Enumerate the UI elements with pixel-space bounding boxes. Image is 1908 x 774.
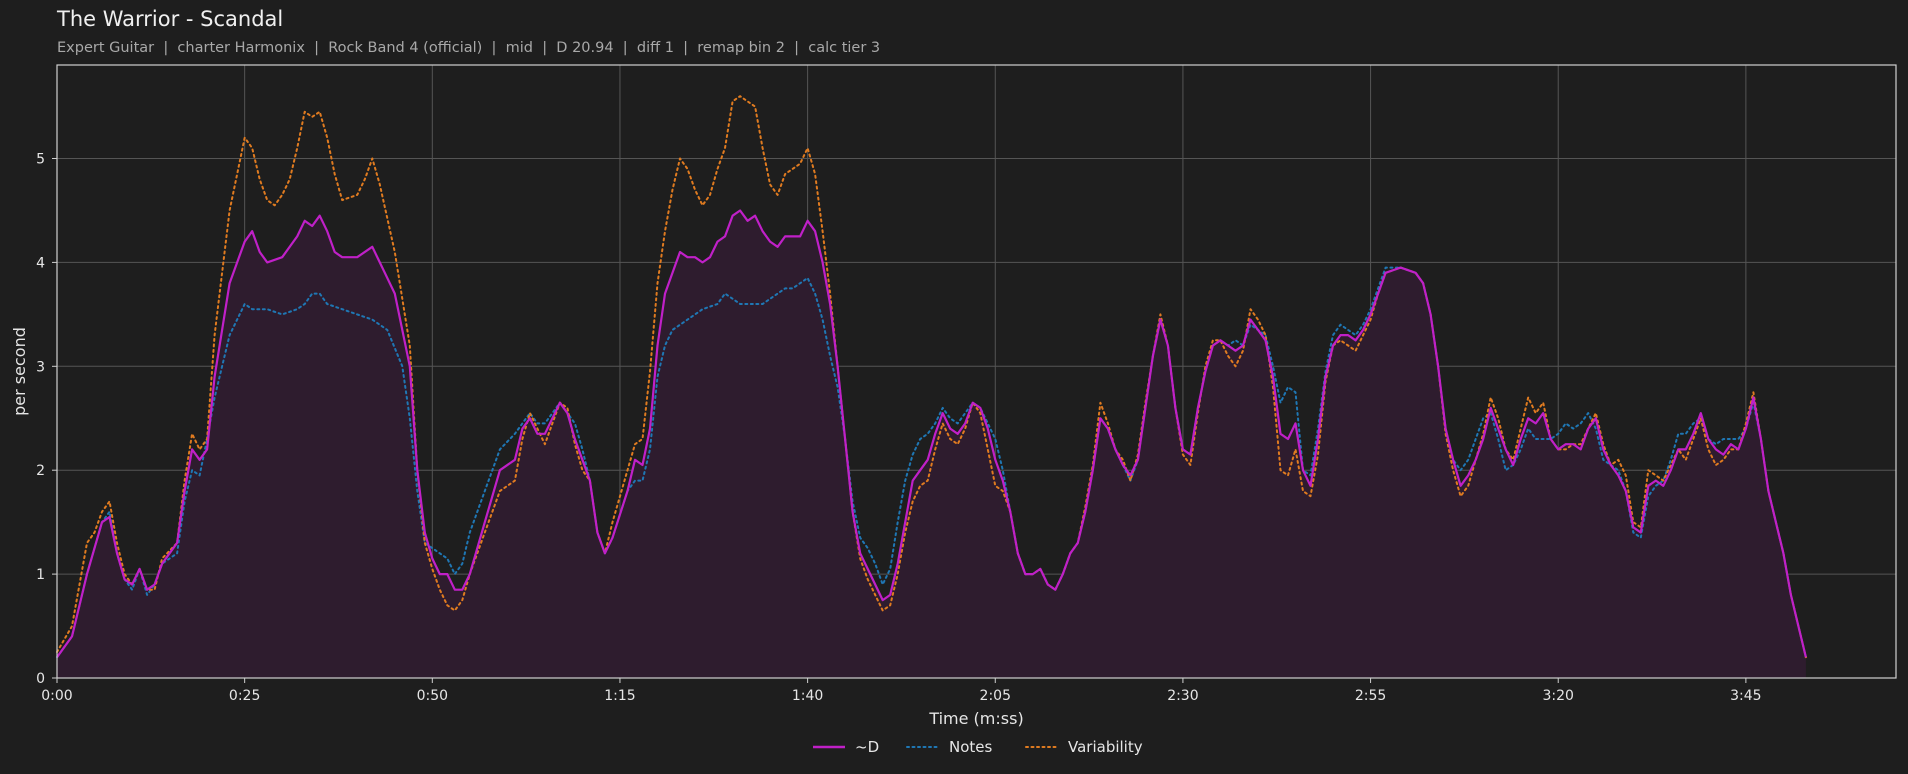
y-axis-label: per second [10, 327, 29, 416]
legend-label: Variability [1068, 738, 1143, 756]
x-tick-label: 0:25 [229, 688, 260, 704]
x-tick-label: 3:45 [1730, 688, 1761, 704]
x-tick-label: 3:20 [1542, 688, 1573, 704]
x-tick-label: 1:40 [792, 688, 823, 704]
x-tick-label: 2:30 [1167, 688, 1198, 704]
y-tick-label: 5 [36, 152, 45, 168]
legend-label: Notes [949, 738, 993, 756]
y-tick-label: 1 [36, 567, 45, 583]
y-tick-label: 2 [36, 463, 45, 479]
x-tick-label: 2:55 [1355, 688, 1386, 704]
x-tick-label: 0:00 [41, 688, 72, 704]
y-tick-label: 4 [36, 255, 45, 271]
x-tick-label: 0:50 [417, 688, 448, 704]
legend: ~D Notes Variability [813, 738, 1143, 756]
y-tick-label: 3 [36, 359, 45, 375]
x-axis-ticks: 0:00 0:25 0:50 1:15 1:40 2:05 2:30 2:55 3:20 3:45 [41, 678, 1762, 704]
y-axis-ticks: 0 1 2 3 4 5 [36, 152, 57, 687]
x-tick-label: 1:15 [604, 688, 635, 704]
x-tick-label: 2:05 [980, 688, 1011, 704]
chart-svg: 0:00 0:25 0:50 1:15 1:40 2:05 2:30 2:55 3:20 3:45… [10, 64, 1897, 756]
legend-label: ~D [855, 738, 879, 756]
x-axis-label: Time (m:ss) [928, 709, 1023, 728]
y-tick-label: 0 [36, 671, 45, 687]
